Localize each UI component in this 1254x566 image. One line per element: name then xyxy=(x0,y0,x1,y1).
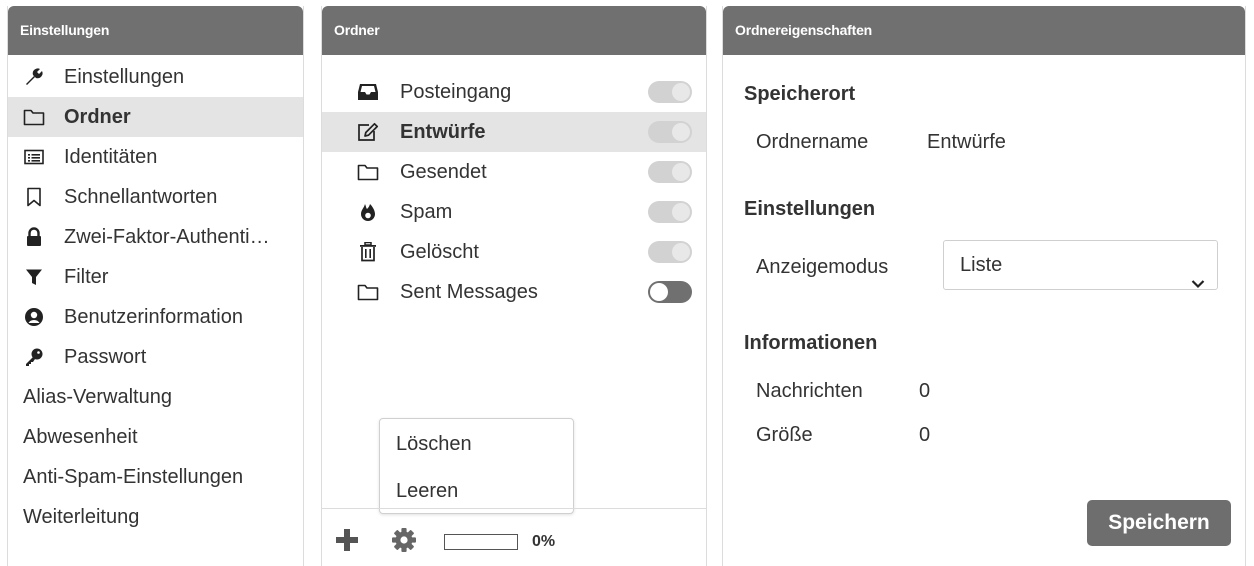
save-button[interactable]: Speichern xyxy=(1087,500,1231,546)
messages-value: 0 xyxy=(919,380,931,402)
settings-panel: Einstellungen Einstellungen Ordner Ident… xyxy=(7,6,304,566)
id-card-icon xyxy=(23,146,45,168)
section-title-location: Speicherort xyxy=(744,83,856,105)
sidebar-item-benutzerinformation[interactable]: Benutzerinformation xyxy=(8,297,303,337)
plus-icon[interactable] xyxy=(336,529,358,556)
folder-label: Posteingang xyxy=(400,80,512,103)
folder-properties-header: Ordnereigenschaften xyxy=(723,6,1245,55)
size-label: Größe xyxy=(756,424,813,446)
subscribe-toggle[interactable] xyxy=(648,201,692,223)
inbox-icon xyxy=(356,80,380,104)
chevron-down-icon xyxy=(1191,259,1205,307)
display-mode-label: Anzeigemodus xyxy=(756,256,889,278)
sidebar-item-label: Weiterleitung xyxy=(23,505,140,528)
display-mode-select[interactable]: Liste xyxy=(943,240,1218,290)
sidebar-item-identitaeten[interactable]: Identitäten xyxy=(8,137,303,177)
lock-icon xyxy=(23,226,45,248)
fire-icon xyxy=(356,200,380,224)
sidebar-item-label: Passwort xyxy=(64,345,147,368)
sidebar-item-weiterleitung[interactable]: Weiterleitung xyxy=(8,497,303,537)
folder-row-entwuerfe[interactable]: Entwürfe xyxy=(322,112,706,152)
folder-row-posteingang[interactable]: Posteingang xyxy=(322,72,706,112)
gear-icon[interactable] xyxy=(391,527,417,558)
sidebar-item-label: Abwesenheit xyxy=(23,425,138,448)
folder-label: Sent Messages xyxy=(400,280,538,303)
size-value: 0 xyxy=(919,424,931,446)
display-mode-selected-value: Liste xyxy=(960,254,1003,276)
trash-icon xyxy=(356,240,380,264)
key-icon xyxy=(23,346,45,368)
subscribe-toggle[interactable] xyxy=(648,161,692,183)
sidebar-item-label: Zwei-Faktor-Authenti… xyxy=(64,225,270,248)
quota-percent-text: 0% xyxy=(532,533,556,550)
section-title-settings: Einstellungen xyxy=(744,198,876,220)
subscribe-toggle[interactable] xyxy=(648,81,692,103)
folder-name-label: Ordnername xyxy=(756,131,869,153)
sidebar-item-ordner[interactable]: Ordner xyxy=(8,97,303,137)
sidebar-item-alias-verwaltung[interactable]: Alias-Verwaltung xyxy=(8,377,303,417)
quota-progress-bar xyxy=(444,534,518,550)
folders-footer: 0% xyxy=(322,508,706,566)
delete-menu-item[interactable]: Löschen xyxy=(396,433,472,456)
folder-icon xyxy=(23,106,45,128)
folder-row-sent-messages[interactable]: Sent Messages xyxy=(322,272,706,312)
sidebar-item-abwesenheit[interactable]: Abwesenheit xyxy=(8,417,303,457)
folder-context-menu: Löschen Leeren xyxy=(379,418,574,514)
folder-name-value: Entwürfe xyxy=(927,131,1006,153)
sidebar-item-filter[interactable]: Filter xyxy=(8,257,303,297)
subscribe-toggle[interactable] xyxy=(648,281,692,303)
folder-label: Spam xyxy=(400,200,453,223)
sidebar-item-passwort[interactable]: Passwort xyxy=(8,337,303,377)
folder-icon xyxy=(356,280,380,304)
folders-panel: Ordner Posteingang Entwürfe Gesendet Spa… xyxy=(321,6,707,566)
sidebar-item-zwei-faktor[interactable]: Zwei-Faktor-Authenti… xyxy=(8,217,303,257)
edit-icon xyxy=(356,120,380,144)
messages-label: Nachrichten xyxy=(756,380,863,402)
filter-icon xyxy=(23,266,45,288)
wrench-icon xyxy=(23,66,45,88)
folder-icon xyxy=(356,160,380,184)
sidebar-item-schnellantworten[interactable]: Schnellantworten xyxy=(8,177,303,217)
folder-label: Gesendet xyxy=(400,160,487,183)
folders-panel-header: Ordner xyxy=(322,6,706,55)
folder-label: Gelöscht xyxy=(400,240,479,263)
empty-menu-item[interactable]: Leeren xyxy=(396,480,458,503)
sidebar-item-label: Anti-Spam-Einstellungen xyxy=(23,465,244,488)
folder-row-gesendet[interactable]: Gesendet xyxy=(322,152,706,192)
folder-properties-panel: Ordnereigenschaften Speicherort Ordnerna… xyxy=(722,6,1246,566)
folder-label: Entwürfe xyxy=(400,120,486,143)
sidebar-item-label: Schnellantworten xyxy=(64,185,218,208)
folder-row-geloescht[interactable]: Gelöscht xyxy=(322,232,706,272)
sidebar-item-label: Einstellungen xyxy=(64,65,185,88)
sidebar-item-anti-spam[interactable]: Anti-Spam-Einstellungen xyxy=(8,457,303,497)
section-title-information: Informationen xyxy=(744,332,878,354)
sidebar-item-label: Identitäten xyxy=(64,145,158,168)
bookmark-icon xyxy=(23,186,45,208)
sidebar-item-einstellungen[interactable]: Einstellungen xyxy=(8,57,303,97)
subscribe-toggle[interactable] xyxy=(648,241,692,263)
settings-panel-header: Einstellungen xyxy=(8,6,303,55)
sidebar-item-label: Ordner xyxy=(64,105,131,128)
subscribe-toggle[interactable] xyxy=(648,121,692,143)
folder-row-spam[interactable]: Spam xyxy=(322,192,706,232)
sidebar-item-label: Benutzerinformation xyxy=(64,305,243,328)
sidebar-item-label: Alias-Verwaltung xyxy=(23,385,172,408)
user-circle-icon xyxy=(23,306,45,328)
sidebar-item-label: Filter xyxy=(64,265,109,288)
